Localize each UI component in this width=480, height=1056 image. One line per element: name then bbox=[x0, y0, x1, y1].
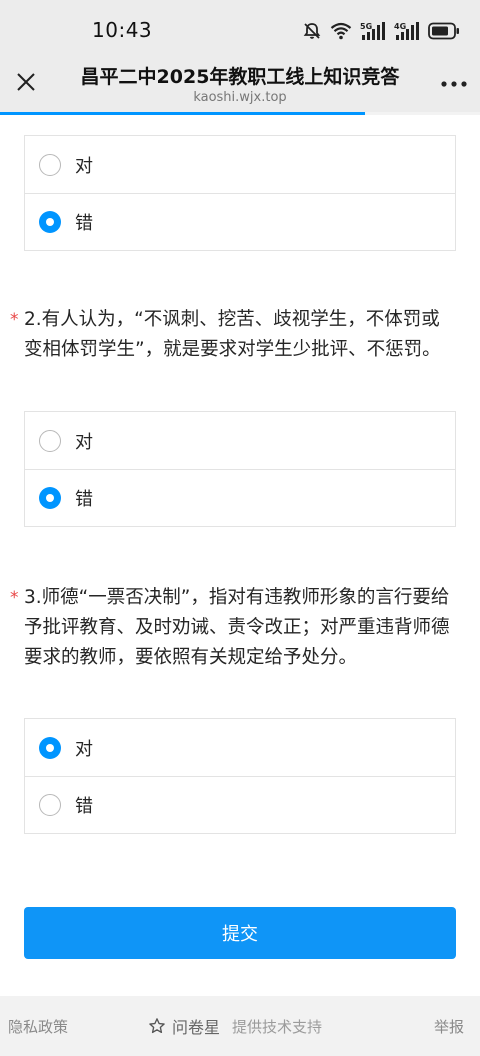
star-icon bbox=[149, 1018, 165, 1034]
status-icons: 5G 4G bbox=[302, 20, 460, 42]
option-label: 错 bbox=[75, 796, 93, 817]
close-button[interactable] bbox=[10, 66, 42, 98]
question-3-option-true[interactable]: 对 bbox=[25, 719, 455, 776]
question-2-options: 对 错 bbox=[24, 411, 456, 527]
close-icon bbox=[17, 73, 35, 91]
footer: 隐私政策 问卷星 提供技术支持 举报 bbox=[0, 996, 480, 1056]
status-time: 10:43 bbox=[92, 18, 153, 42]
question-3-option-false[interactable]: 错 bbox=[25, 776, 455, 833]
question-2-title: 2.有人认为，“不讽刺、挖苦、歧视学生，不体罚或变相体罚学生”，就是要求对学生少… bbox=[24, 309, 441, 360]
more-button[interactable] bbox=[438, 70, 470, 98]
required-mark: * bbox=[10, 588, 19, 608]
nav-bar: 昌平二中2025年教职工线上知识竞答 kaoshi.wjx.top bbox=[0, 56, 480, 112]
brand-name: 问卷星 bbox=[172, 1018, 221, 1037]
page-title: 昌平二中2025年教职工线上知识竞答 bbox=[80, 66, 400, 88]
network-4g-label: 4G bbox=[394, 22, 406, 31]
footer-brand-block[interactable]: 问卷星 提供技术支持 bbox=[148, 1014, 322, 1038]
radio-button[interactable] bbox=[39, 153, 61, 176]
option-label: 对 bbox=[75, 155, 93, 177]
wifi-icon bbox=[330, 22, 352, 40]
battery-icon bbox=[428, 22, 459, 40]
option-label: 错 bbox=[75, 489, 93, 510]
submit-button[interactable]: 提交 bbox=[24, 907, 456, 959]
option-label: 对 bbox=[75, 431, 93, 453]
question-2-option-false[interactable]: 错 bbox=[25, 469, 455, 526]
network-5g-label: 5G bbox=[360, 22, 372, 31]
option-label: 对 bbox=[75, 738, 93, 760]
tech-support-text: 提供技术支持 bbox=[232, 1017, 323, 1036]
question-1-option-false[interactable]: 错 bbox=[25, 193, 455, 250]
question-3-title: 3.师德“一票否决制”，指对有违教师形象的言行要给予批评教育、及时劝诫、责令改正… bbox=[24, 587, 450, 668]
privacy-policy-link[interactable]: 隐私政策 bbox=[8, 1016, 68, 1037]
radio-button[interactable] bbox=[39, 211, 61, 233]
status-bar: 10:43 5G 4G bbox=[0, 0, 480, 56]
signal-4g-icon: 4G bbox=[394, 22, 419, 40]
mute-icon bbox=[303, 23, 321, 39]
report-link[interactable]: 举报 bbox=[434, 1016, 464, 1037]
question-2-option-true[interactable]: 对 bbox=[25, 412, 455, 469]
progress-bar bbox=[0, 112, 480, 115]
radio-button[interactable] bbox=[39, 429, 61, 452]
radio-button[interactable] bbox=[39, 487, 61, 509]
progress-fill bbox=[0, 112, 365, 115]
question-3-options: 对 错 bbox=[24, 718, 456, 834]
page-domain: kaoshi.wjx.top bbox=[193, 90, 287, 105]
radio-button[interactable] bbox=[39, 736, 61, 759]
radio-button[interactable] bbox=[39, 794, 61, 816]
more-icon bbox=[441, 81, 467, 87]
question-1-options: 对 错 bbox=[24, 135, 456, 251]
question-1-option-true[interactable]: 对 bbox=[25, 136, 455, 193]
option-label: 错 bbox=[75, 213, 93, 234]
signal-5g-icon: 5G bbox=[360, 22, 385, 40]
required-mark: * bbox=[10, 310, 19, 330]
